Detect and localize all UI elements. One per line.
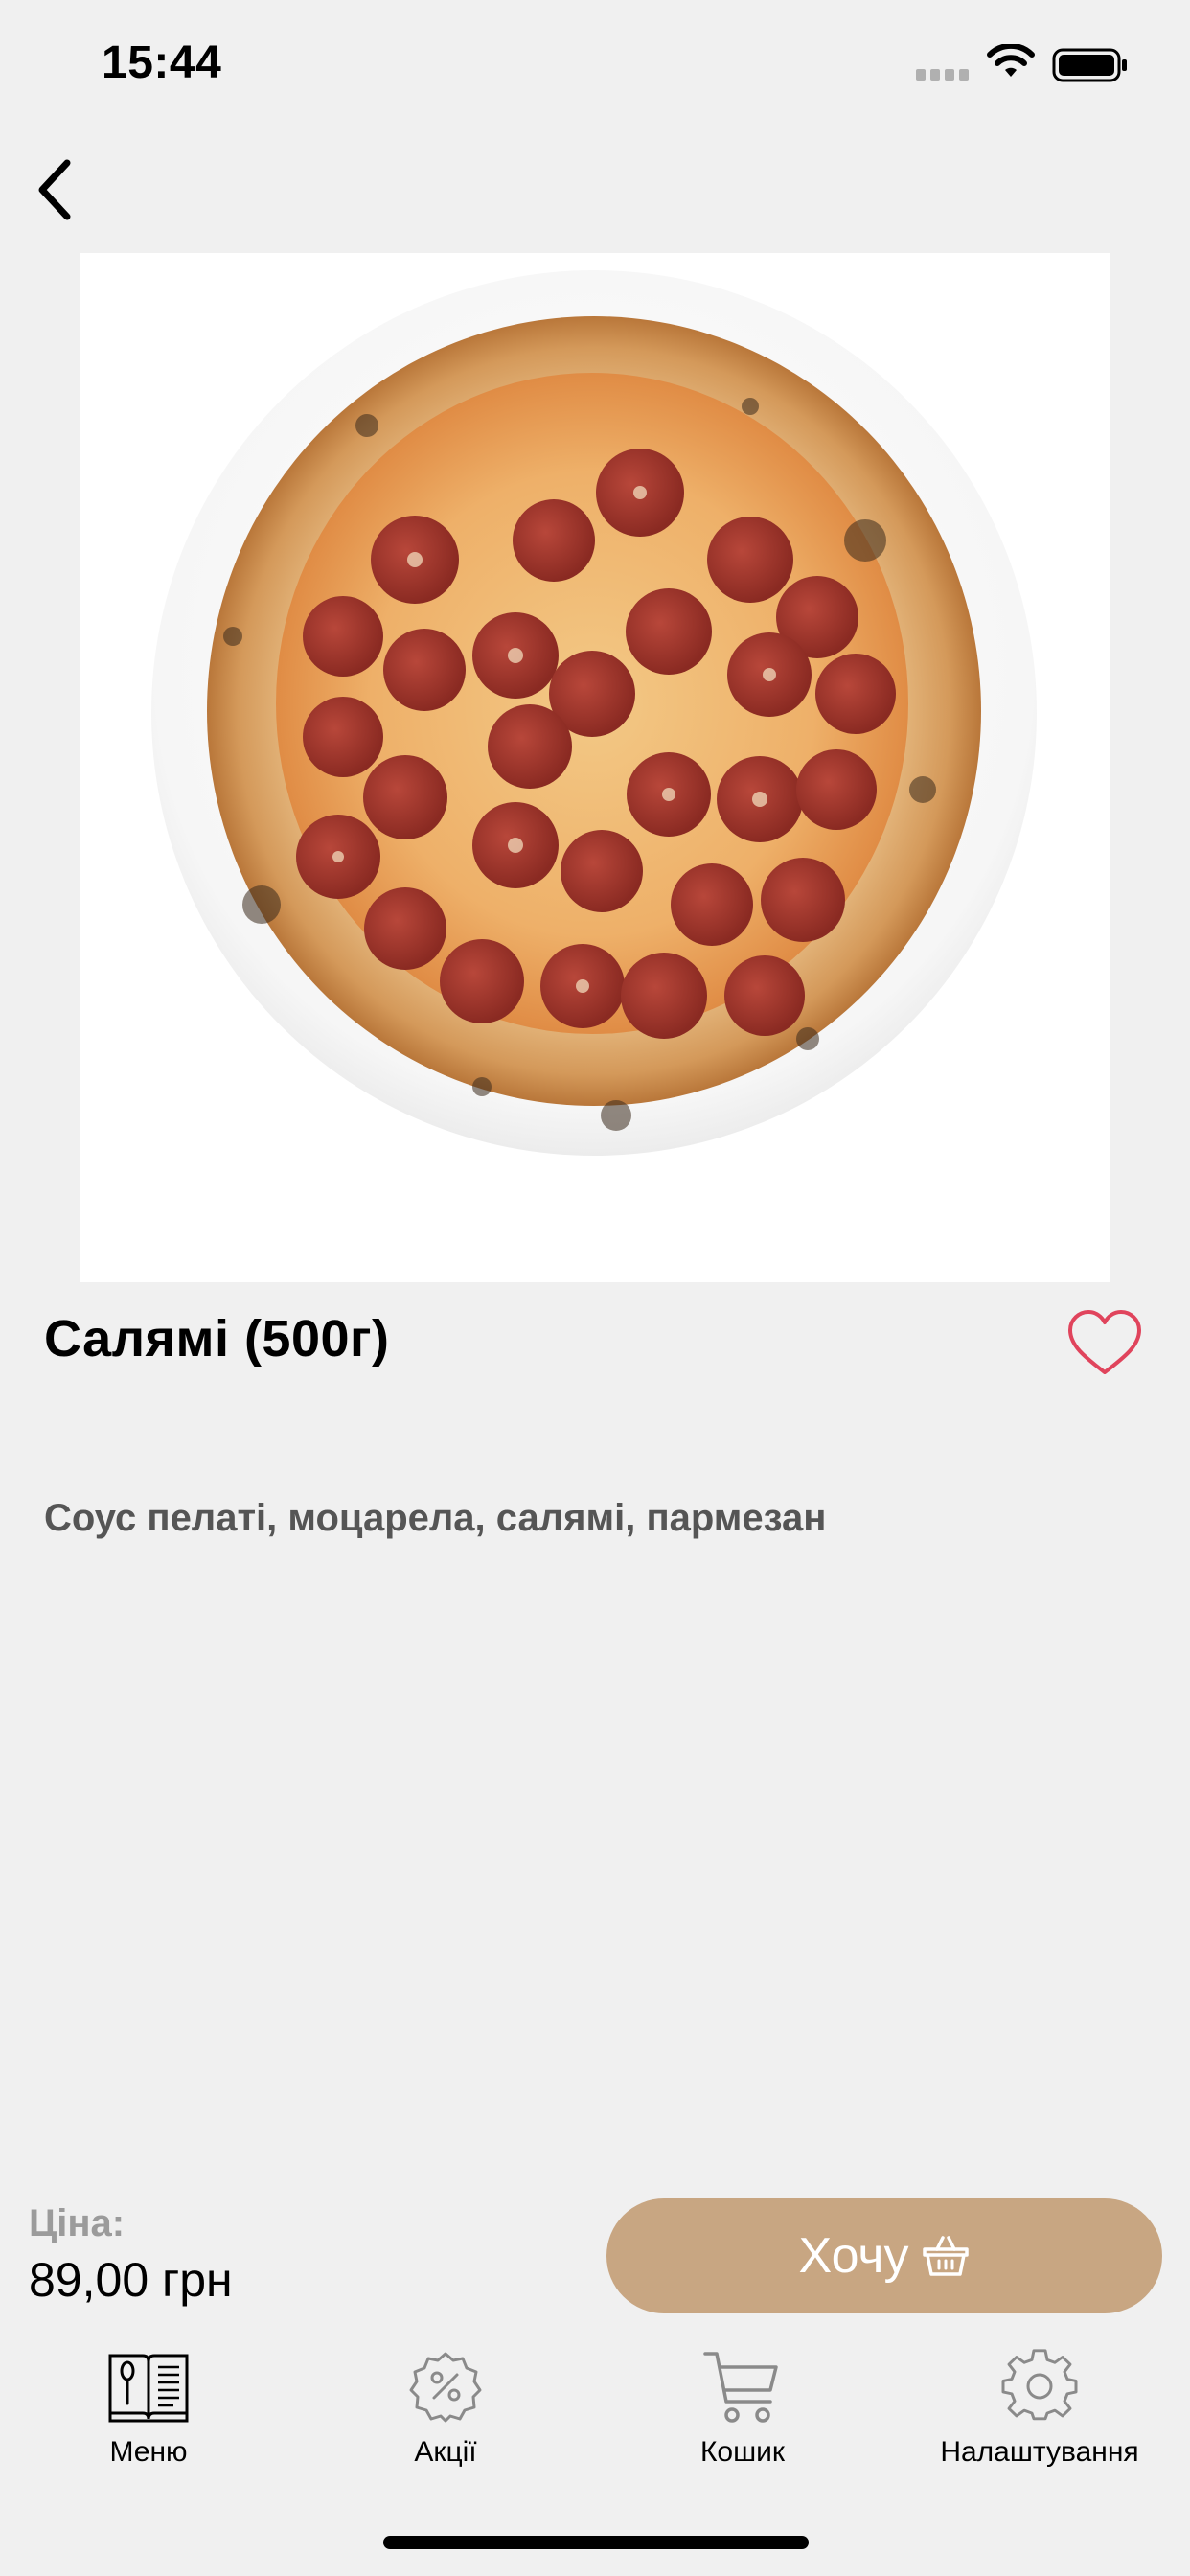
want-button-label: Хочу: [798, 2228, 909, 2284]
gear-icon: [1001, 2349, 1078, 2421]
wifi-icon: [987, 44, 1035, 77]
discount-badge-icon: [409, 2352, 482, 2423]
product-description: Соус пелаті, моцарела, салямі, пармезан: [44, 1497, 827, 1539]
basket-icon: [923, 2236, 970, 2276]
status-time: 15:44: [102, 37, 222, 88]
tab-settings[interactable]: Налаштування: [891, 2338, 1188, 2472]
tab-settings-label: Налаштування: [940, 2436, 1139, 2468]
home-indicator[interactable]: [383, 2536, 809, 2549]
tab-promotions[interactable]: Акції: [297, 2338, 594, 2472]
want-button[interactable]: Хочу: [606, 2198, 1162, 2313]
tab-bar: Меню Акції Кошик Налаштування: [0, 2338, 1190, 2472]
tab-menu[interactable]: Меню: [0, 2338, 297, 2472]
tab-cart[interactable]: Кошик: [594, 2338, 891, 2472]
product-image: [80, 253, 1110, 1282]
battery-icon: [1052, 48, 1127, 82]
back-chevron-icon[interactable]: [29, 153, 86, 226]
tab-menu-label: Меню: [109, 2436, 188, 2468]
heart-icon[interactable]: [1065, 1307, 1144, 1378]
status-bar: 15:44: [0, 0, 1190, 126]
price-value: 89,00 грн: [29, 2253, 233, 2307]
cellular-signal-icon: [916, 69, 969, 80]
tab-cart-label: Кошик: [699, 2436, 786, 2468]
product-title: Салямі (500г): [44, 1310, 390, 1368]
pizza-photo: [151, 270, 1037, 1156]
price-label: Ціна:: [29, 2202, 126, 2244]
tab-promotions-label: Акції: [414, 2436, 477, 2468]
cart-icon: [703, 2352, 778, 2423]
menu-book-icon: [108, 2354, 189, 2423]
